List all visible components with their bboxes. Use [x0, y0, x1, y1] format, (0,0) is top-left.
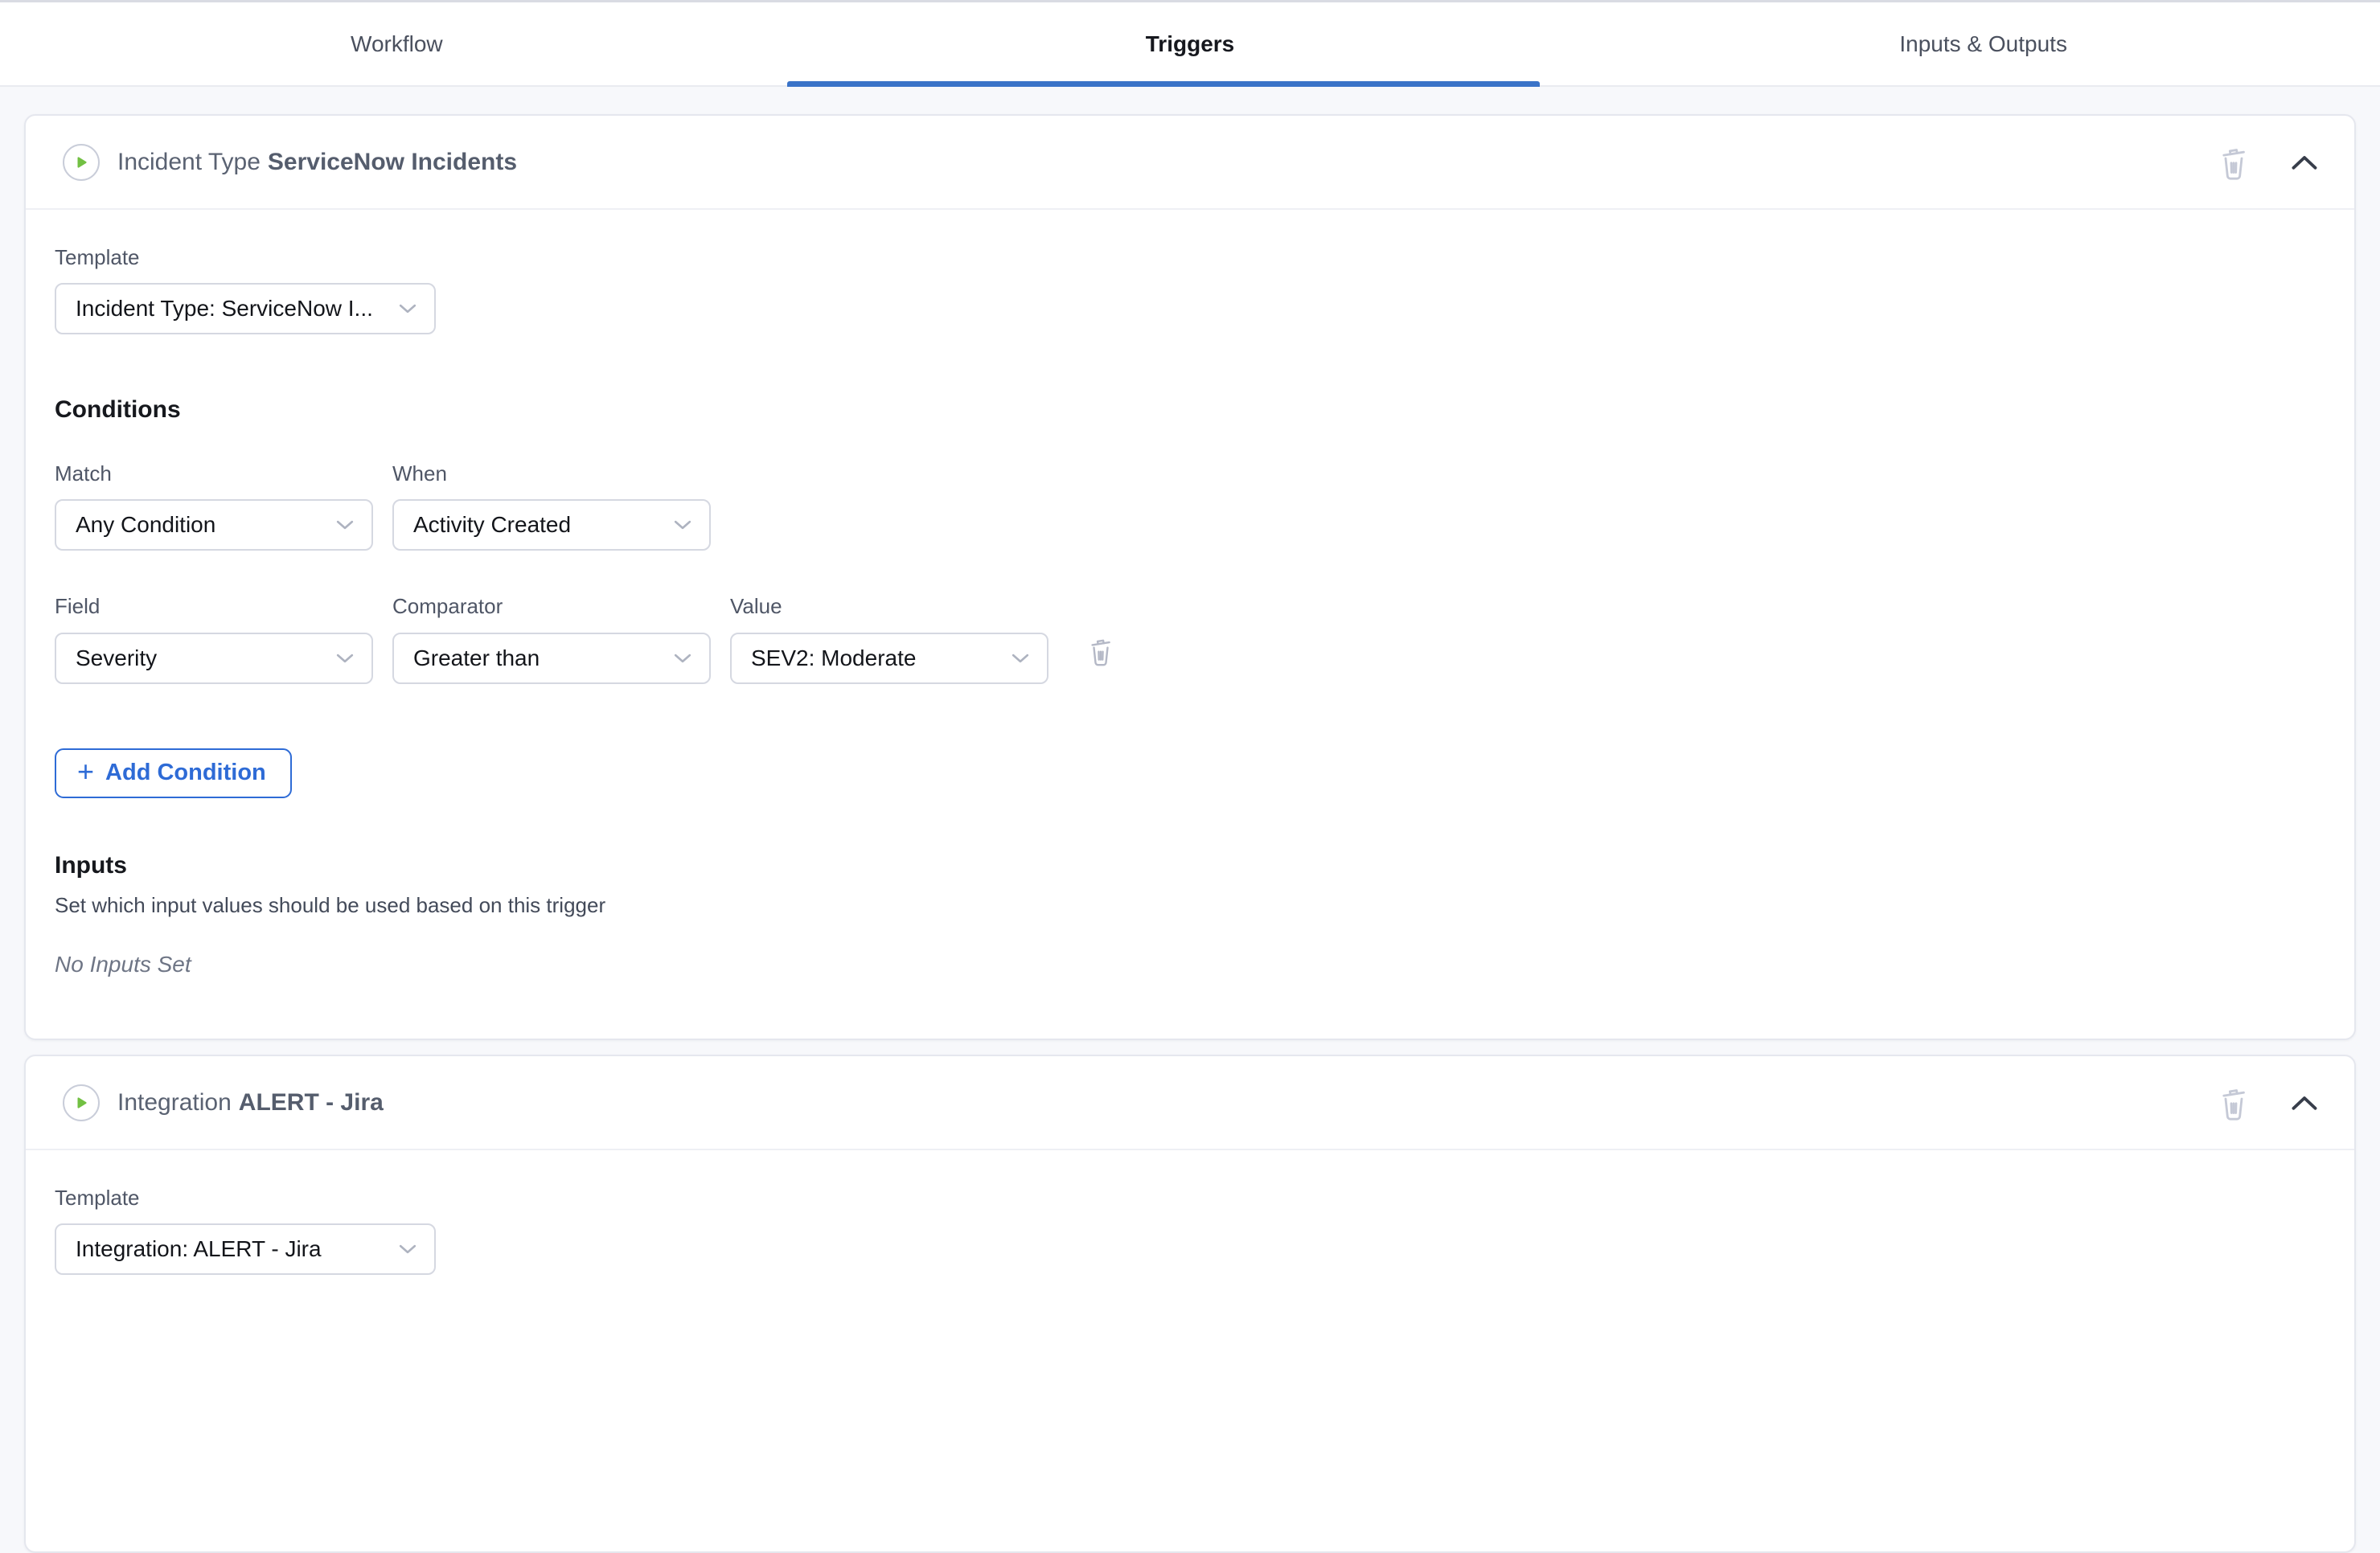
value-select[interactable]: SEV2: Moderate — [730, 633, 1048, 684]
value-label: Value — [730, 594, 1048, 619]
chevron-down-icon — [336, 653, 354, 664]
tab-workflow-label: Workflow — [351, 31, 443, 57]
collapse-card-button[interactable] — [2290, 1094, 2319, 1112]
tab-triggers-label: Triggers — [1146, 31, 1234, 57]
play-icon — [63, 1084, 100, 1121]
trigger-title: Integration ALERT - Jira — [117, 1089, 384, 1117]
when-select[interactable]: Activity Created — [392, 499, 711, 551]
match-label: Match — [55, 461, 373, 486]
inputs-empty-state: No Inputs Set — [55, 952, 2319, 977]
tab-triggers[interactable]: Triggers — [794, 2, 1587, 85]
delete-trigger-button[interactable] — [2218, 144, 2250, 181]
template-label: Template — [55, 1186, 2319, 1211]
add-condition-label: Add Condition — [105, 760, 266, 786]
conditions-heading: Conditions — [55, 395, 2319, 424]
template-select-value: Integration: ALERT - Jira — [76, 1236, 322, 1262]
when-label: When — [392, 461, 711, 486]
chevron-down-icon — [674, 519, 691, 531]
field-label: Field — [55, 594, 373, 619]
trigger-card-jira: IntegrationALERT - Jira Template In — [24, 1055, 2356, 1553]
chevron-down-icon — [399, 1244, 416, 1255]
trigger-card-header[interactable]: Incident Type ServiceNow Incidents — [26, 116, 2354, 210]
tab-workflow[interactable]: Workflow — [0, 2, 794, 85]
plus-icon: + — [77, 757, 94, 786]
field-select[interactable]: Severity — [55, 633, 373, 684]
trigger-type-label: Incident Type — [117, 149, 261, 175]
add-condition-button[interactable]: + Add Condition — [55, 748, 292, 798]
chevron-down-icon — [1012, 653, 1029, 664]
template-select[interactable]: Incident Type: ServiceNow I... — [55, 283, 436, 334]
comparator-label: Comparator — [392, 594, 711, 619]
tab-inputs-outputs[interactable]: Inputs & Outputs — [1586, 2, 2380, 85]
inputs-description: Set which input values should be used ba… — [55, 893, 2319, 918]
inputs-heading: Inputs — [55, 851, 2319, 880]
trigger-name: ServiceNow Incidents — [268, 149, 517, 175]
delete-condition-button[interactable] — [1087, 635, 1114, 667]
delete-trigger-button[interactable] — [2218, 1084, 2250, 1121]
chevron-down-icon — [399, 303, 416, 314]
trigger-card-header[interactable]: Integration ALERT - Jira — [26, 1056, 2354, 1150]
active-tab-underline — [787, 81, 1541, 87]
collapse-card-button[interactable] — [2290, 154, 2319, 171]
template-select-value: Incident Type: ServiceNow I... — [76, 296, 373, 322]
trigger-title: Incident Type ServiceNow Incidents — [117, 149, 517, 176]
tab-bar: Workflow Triggers Inputs & Outputs — [0, 0, 2380, 87]
match-select[interactable]: Any Condition — [55, 499, 373, 551]
template-label: Template — [55, 245, 2319, 270]
play-icon — [63, 144, 100, 181]
value-select-value: SEV2: Moderate — [751, 645, 916, 671]
trigger-name: ALERT - Jira — [239, 1089, 384, 1116]
trigger-type-label: Integration — [117, 1089, 232, 1116]
template-select[interactable]: Integration: ALERT - Jira — [55, 1223, 436, 1275]
match-select-value: Any Condition — [76, 512, 215, 538]
chevron-down-icon — [336, 519, 354, 531]
condition-row: Field Severity Comparator Greater than — [55, 594, 2319, 683]
comparator-select[interactable]: Greater than — [392, 633, 711, 684]
chevron-down-icon — [674, 653, 691, 664]
tab-inputs-outputs-label: Inputs & Outputs — [1899, 31, 2067, 57]
trigger-card-servicenow: Incident Type ServiceNow Incidents Templa… — [24, 114, 2356, 1040]
field-select-value: Severity — [76, 645, 157, 671]
when-select-value: Activity Created — [413, 512, 571, 538]
comparator-select-value: Greater than — [413, 645, 540, 671]
